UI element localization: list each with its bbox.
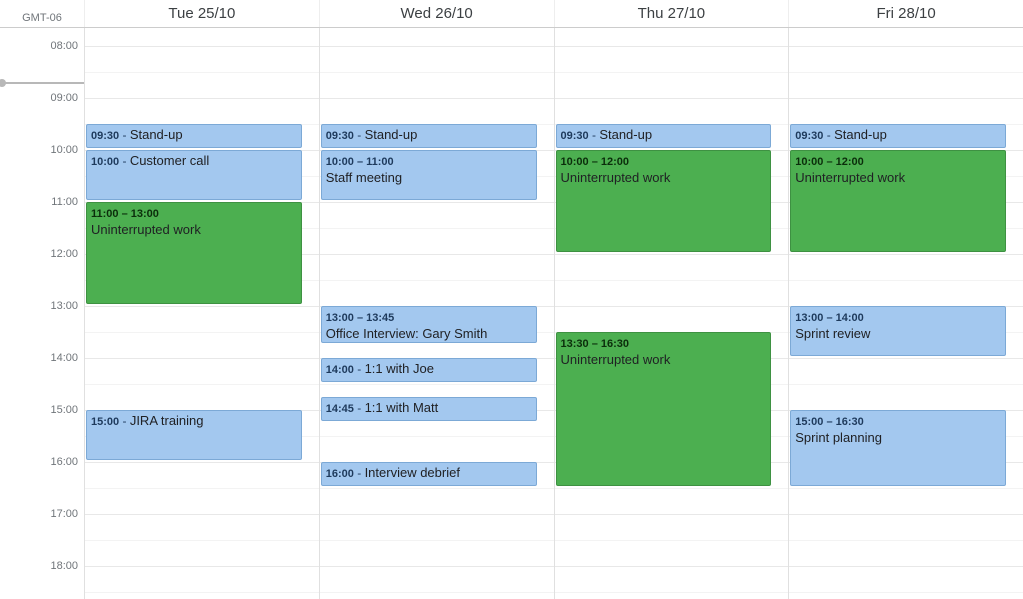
event-title: Stand-up — [599, 127, 652, 142]
calendar-event[interactable]: 15:00 - JIRA training — [86, 410, 302, 460]
event-time: 13:00 – 13:45 — [326, 312, 395, 324]
calendar-event[interactable]: 10:00 - Customer call — [86, 150, 302, 200]
calendar-event[interactable]: 10:00 – 12:00 Uninterrupted work — [790, 150, 1006, 252]
event-time: 14:00 — [326, 364, 354, 376]
now-indicator — [0, 82, 84, 84]
event-time: 15:00 — [91, 416, 119, 428]
calendar-event[interactable]: 13:00 – 13:45 Office Interview: Gary Smit… — [321, 306, 537, 343]
event-time: 09:30 — [91, 130, 119, 142]
day-header-thu[interactable]: Thu 27/10 — [554, 0, 789, 27]
event-title: Uninterrupted work — [561, 352, 767, 368]
event-title: Sprint review — [795, 326, 1001, 342]
time-label: 10:00 — [50, 144, 78, 156]
day-column-thu[interactable] — [554, 28, 789, 599]
timezone-label: GMT-06 — [0, 0, 84, 27]
calendar-week-view: GMT-06 Tue 25/10Wed 26/10Thu 27/10Fri 28… — [0, 0, 1023, 599]
event-time: 09:30 — [561, 130, 589, 142]
calendar-event[interactable]: 11:00 – 13:00 Uninterrupted work — [86, 202, 302, 304]
calendar-event[interactable]: 10:00 – 11:00 Staff meeting — [321, 150, 537, 200]
event-time: 13:30 – 16:30 — [561, 338, 630, 350]
event-time: 16:00 — [326, 468, 354, 480]
time-label: 18:00 — [50, 560, 78, 572]
day-header-wed[interactable]: Wed 26/10 — [319, 0, 554, 27]
day-header-fri[interactable]: Fri 28/10 — [788, 0, 1023, 27]
calendar-event[interactable]: 09:30 - Stand-up — [790, 124, 1006, 148]
event-title: 1:1 with Joe — [365, 361, 434, 376]
event-time: 10:00 – 12:00 — [561, 156, 630, 168]
time-label: 11:00 — [51, 196, 78, 208]
calendar-event[interactable]: 09:30 - Stand-up — [86, 124, 302, 148]
event-title: Stand-up — [834, 127, 887, 142]
calendar-event[interactable]: 09:30 - Stand-up — [321, 124, 537, 148]
event-title: Sprint planning — [795, 430, 1001, 446]
calendar-event[interactable]: 14:00 - 1:1 with Joe — [321, 358, 537, 382]
event-title: JIRA training — [130, 413, 204, 428]
time-label: 16:00 — [50, 456, 78, 468]
event-time: 10:00 – 12:00 — [795, 156, 864, 168]
day-column-tue[interactable] — [84, 28, 319, 599]
calendar-event[interactable]: 13:00 – 14:00 Sprint review — [790, 306, 1006, 356]
time-axis: 08:00 09:00 10:00 11:00 12:00 13:00 14:00 15:00… — [0, 28, 84, 599]
event-title: Uninterrupted work — [91, 222, 297, 238]
event-time: 09:30 — [326, 130, 354, 142]
event-title: Customer call — [130, 153, 209, 168]
event-time: 10:00 – 11:00 — [326, 156, 394, 168]
calendar-event[interactable]: 09:30 - Stand-up — [556, 124, 772, 148]
event-time: 09:30 — [795, 130, 823, 142]
event-time: 13:00 – 14:00 — [795, 312, 864, 324]
event-title: Stand-up — [365, 127, 418, 142]
event-title: Uninterrupted work — [561, 170, 767, 186]
calendar-grid[interactable]: 09:30 - Stand-up10:00 - Customer call11:… — [84, 28, 1023, 599]
calendar-event[interactable]: 16:00 - Interview debrief — [321, 462, 537, 486]
time-label: 13:00 — [50, 300, 78, 312]
event-title: Office Interview: Gary Smith — [326, 326, 532, 342]
time-label: 17:00 — [50, 508, 78, 520]
event-time: 15:00 – 16:30 — [795, 416, 864, 428]
time-label: 08:00 — [50, 40, 78, 52]
event-title: Staff meeting — [326, 170, 532, 186]
time-label: 12:00 — [50, 248, 78, 260]
event-title: Interview debrief — [365, 465, 460, 480]
event-title: 1:1 with Matt — [365, 400, 439, 415]
event-time: 11:00 – 13:00 — [91, 208, 159, 220]
time-label: 14:00 — [50, 352, 78, 364]
calendar-body: 08:00 09:00 10:00 11:00 12:00 13:00 14:00 15:00… — [0, 28, 1023, 599]
day-header-tue[interactable]: Tue 25/10 — [84, 0, 319, 27]
event-time: 10:00 — [91, 156, 119, 168]
calendar-event[interactable]: 10:00 – 12:00 Uninterrupted work — [556, 150, 772, 252]
time-label: 09:00 — [50, 92, 78, 104]
header-row: GMT-06 Tue 25/10Wed 26/10Thu 27/10Fri 28… — [0, 0, 1023, 28]
time-label: 15:00 — [50, 404, 78, 416]
calendar-event[interactable]: 13:30 – 16:30 Uninterrupted work — [556, 332, 772, 486]
event-time: 14:45 — [326, 403, 354, 415]
event-title: Stand-up — [130, 127, 183, 142]
calendar-event[interactable]: 15:00 – 16:30 Sprint planning — [790, 410, 1006, 486]
event-title: Uninterrupted work — [795, 170, 1001, 186]
calendar-event[interactable]: 14:45 - 1:1 with Matt — [321, 397, 537, 421]
